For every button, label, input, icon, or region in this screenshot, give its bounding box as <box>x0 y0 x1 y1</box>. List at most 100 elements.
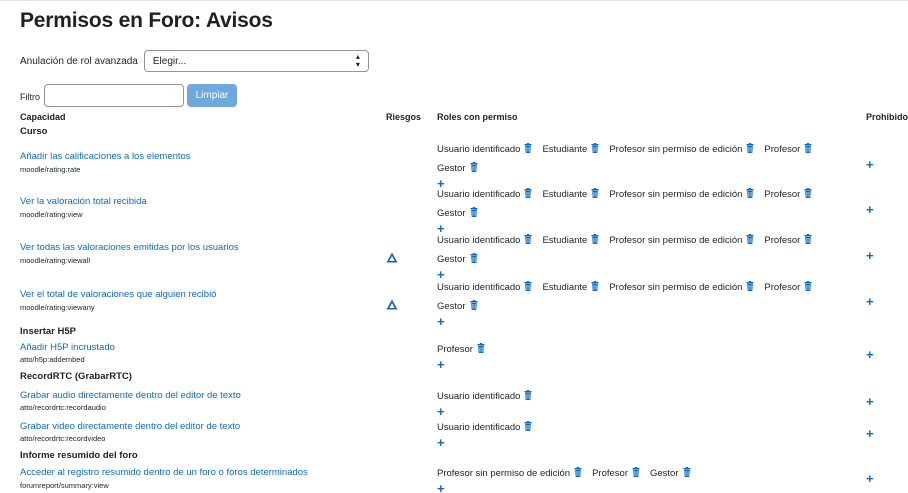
trash-icon[interactable] <box>804 280 812 298</box>
role-name: Profesor <box>764 282 801 293</box>
roles-cell: Usuario identificado Estudiante Profesor s… <box>437 141 857 190</box>
trash-icon[interactable] <box>591 233 599 251</box>
trash-icon[interactable] <box>524 142 532 160</box>
filter-label: Filtro <box>20 92 40 102</box>
trash-icon[interactable] <box>591 142 599 160</box>
trash-icon[interactable] <box>524 389 532 407</box>
plus-icon[interactable]: + <box>437 436 857 449</box>
role-name: Gestor <box>649 468 679 479</box>
role-tag: Profesor <box>764 141 812 160</box>
role-name: Estudiante <box>542 144 588 155</box>
role-tag: Estudiante <box>542 232 599 251</box>
role-tag: Estudiante <box>542 279 599 298</box>
trash-icon[interactable] <box>804 187 812 205</box>
role-tag: Profesor sin permiso de edición <box>609 279 754 298</box>
role-tag: Usuario identificado <box>437 232 532 251</box>
header-risks: Riesgos <box>386 112 422 122</box>
trash-icon[interactable] <box>591 280 599 298</box>
trash-icon[interactable] <box>746 233 754 251</box>
role-tag: Usuario identificado <box>437 186 532 205</box>
role-name: Estudiante <box>542 189 588 200</box>
roles-cell: Profesor sin permiso de edición Profesor G… <box>437 465 857 493</box>
plus-icon[interactable]: + <box>866 203 874 216</box>
trash-icon[interactable] <box>477 342 485 360</box>
trash-icon[interactable] <box>470 161 478 179</box>
warning-icon[interactable] <box>386 297 398 310</box>
capability-code: forumreport/summary:view <box>20 481 109 490</box>
updown-arrows-icon: ▴ ▾ <box>355 52 360 69</box>
trash-icon[interactable] <box>746 187 754 205</box>
role-tag: Usuario identificado <box>437 279 532 298</box>
role-tag: Profesor <box>764 232 812 251</box>
trash-icon[interactable] <box>804 233 812 251</box>
role-override-select[interactable]: Elegir... ▴ ▾ <box>143 50 369 72</box>
trash-icon[interactable] <box>470 206 478 224</box>
role-name: Profesor sin permiso de edición <box>609 282 743 293</box>
role-tag: Estudiante <box>542 186 599 205</box>
role-name: Profesor <box>764 235 801 246</box>
role-name: Usuario identificado <box>437 422 521 433</box>
trash-icon[interactable] <box>804 142 812 160</box>
plus-icon[interactable]: + <box>866 427 874 440</box>
role-name: Profesor sin permiso de edición <box>609 189 743 200</box>
role-override-value: Elegir... <box>152 55 187 67</box>
role-tag: Profesor <box>764 186 812 205</box>
role-name: Usuario identificado <box>437 235 521 246</box>
clear-filter-button[interactable]: Limpiar <box>187 84 237 107</box>
plus-icon[interactable]: + <box>866 472 874 485</box>
capability-link[interactable]: Acceder al registro resumido dentro de u… <box>20 467 308 478</box>
trash-icon[interactable] <box>746 142 754 160</box>
plus-icon[interactable]: + <box>866 348 874 361</box>
role-name: Profesor <box>437 344 473 355</box>
trash-icon[interactable] <box>524 233 532 251</box>
role-name: Gestor <box>437 163 466 174</box>
warning-icon[interactable] <box>386 250 398 263</box>
plus-icon[interactable]: + <box>437 358 857 371</box>
capability-link[interactable]: Ver la valoración total recibida <box>20 196 147 207</box>
plus-icon[interactable]: + <box>437 482 857 493</box>
plus-icon[interactable]: + <box>866 158 874 171</box>
role-tag: Usuario identificado <box>437 141 532 160</box>
plus-icon[interactable]: + <box>437 405 857 418</box>
trash-icon[interactable] <box>524 420 532 438</box>
trash-icon[interactable] <box>524 187 532 205</box>
plus-icon[interactable]: + <box>437 315 857 328</box>
filter-input[interactable] <box>44 84 184 107</box>
roles-cell: Usuario identificado + <box>437 388 857 418</box>
trash-icon[interactable] <box>746 280 754 298</box>
trash-icon[interactable] <box>632 466 640 484</box>
capability-code: moodle/rating:viewany <box>20 303 95 312</box>
roles-cell: Profesor + <box>437 341 857 371</box>
trash-icon[interactable] <box>470 299 478 317</box>
section-title: Insertar H5P <box>20 326 76 337</box>
capability-link[interactable]: Grabar audio directamente dentro del edi… <box>20 390 241 401</box>
role-name: Gestor <box>437 208 466 219</box>
capability-link[interactable]: Ver el total de valoraciones que alguien… <box>20 289 216 300</box>
role-tag: Profesor sin permiso de edición <box>437 465 582 484</box>
role-name: Usuario identificado <box>437 391 521 402</box>
capability-code: moodle/rating:rate <box>20 165 81 174</box>
plus-icon[interactable]: + <box>866 395 874 408</box>
trash-icon[interactable] <box>683 466 691 484</box>
role-name: Usuario identificado <box>437 282 521 293</box>
capability-code: atto/recordrtc:recordvideo <box>20 434 106 443</box>
trash-icon[interactable] <box>591 187 599 205</box>
plus-icon[interactable]: + <box>866 249 874 262</box>
trash-icon[interactable] <box>470 252 478 270</box>
header-capability: Capacidad <box>20 112 66 122</box>
role-name: Profesor sin permiso de edición <box>437 468 571 479</box>
role-name: Usuario identificado <box>437 189 521 200</box>
capability-code: moodle/rating:view <box>20 210 83 219</box>
capability-link[interactable]: Añadir H5P incrustado <box>20 342 115 353</box>
capability-link[interactable]: Grabar video directamente dentro del edi… <box>20 421 240 432</box>
capability-link[interactable]: Ver todas las valoraciones emitidas por … <box>20 242 239 253</box>
roles-cell: Usuario identificado Estudiante Profesor s… <box>437 186 857 235</box>
plus-icon[interactable]: + <box>866 295 874 308</box>
section-title: Informe resumido del foro <box>20 450 138 461</box>
trash-icon[interactable] <box>574 466 582 484</box>
role-tag: Profesor sin permiso de edición <box>609 186 754 205</box>
capability-code: atto/recordrtc:recordaudio <box>20 403 106 412</box>
capability-link[interactable]: Añadir las calificaciones a los elemento… <box>20 151 191 162</box>
trash-icon[interactable] <box>524 280 532 298</box>
role-tag: Usuario identificado <box>437 388 532 407</box>
